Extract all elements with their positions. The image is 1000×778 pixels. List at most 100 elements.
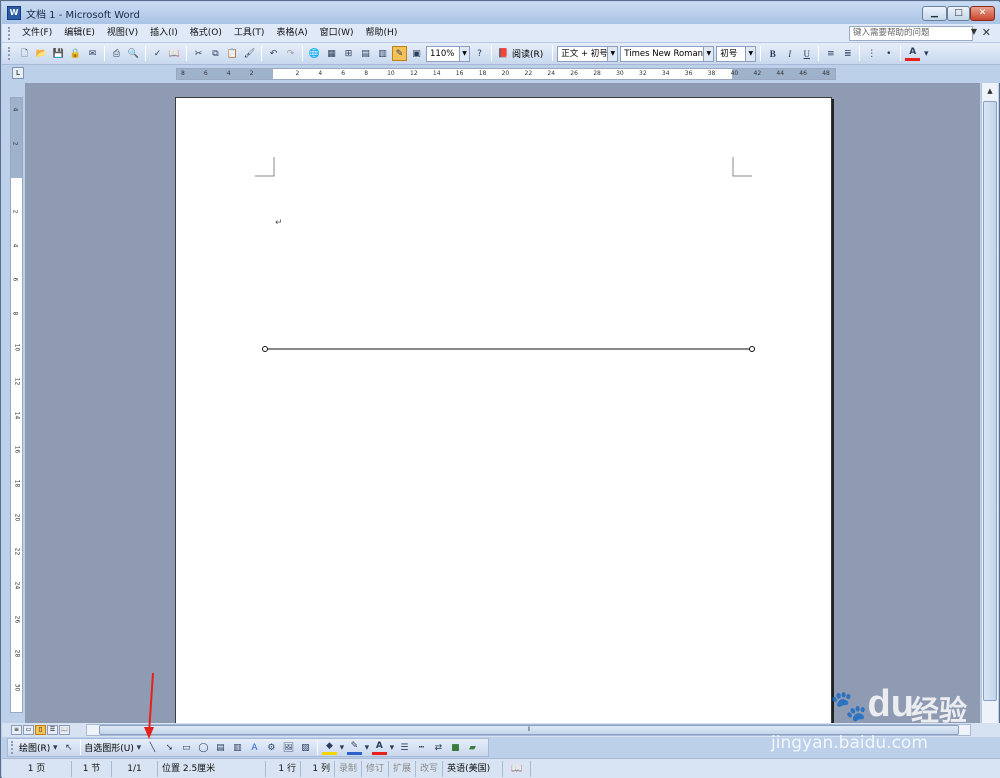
wordart-icon[interactable]: A	[247, 740, 262, 755]
status-overtype[interactable]: 改写	[416, 760, 444, 777]
chevron-down-icon[interactable]: ▾	[389, 740, 395, 755]
zoom-select[interactable]: 110% ▼	[426, 45, 470, 62]
menu-tools[interactable]: 工具(T)	[228, 24, 271, 43]
status-track[interactable]: 修订	[362, 760, 390, 777]
print-view-icon[interactable]: ▯	[35, 725, 46, 735]
line-handle-end[interactable]	[749, 346, 755, 352]
help-search-input[interactable]: 键入需要帮助的问题	[849, 26, 973, 41]
save-icon[interactable]: 💾	[51, 46, 66, 61]
status-extend[interactable]: 扩展	[389, 760, 417, 777]
permission-icon[interactable]: 🔒	[68, 46, 83, 61]
line-style-icon[interactable]: ☰	[397, 740, 412, 755]
picture-icon[interactable]: ▨	[298, 740, 313, 755]
line-color-icon[interactable]: ✎	[346, 740, 362, 755]
print-preview-icon[interactable]: 🔍	[126, 46, 141, 61]
research-icon[interactable]: 📖	[167, 46, 182, 61]
help-icon[interactable]: ?	[472, 46, 487, 61]
font-color-button[interactable]: A	[905, 46, 921, 61]
maximize-button[interactable]: □	[947, 6, 970, 21]
line-handle-start[interactable]	[262, 346, 268, 352]
select-objects-icon[interactable]: ↖	[61, 740, 76, 755]
read-icon[interactable]: 📕	[496, 46, 511, 61]
insert-table-icon[interactable]: ⊞	[341, 46, 356, 61]
size-select[interactable]: 初号 ▼	[716, 45, 757, 62]
font-color-icon[interactable]: A	[371, 740, 387, 755]
menu-view[interactable]: 视图(V)	[101, 24, 144, 43]
menu-help[interactable]: 帮助(H)	[360, 24, 404, 43]
doc-close-icon[interactable]: ✕	[982, 26, 991, 39]
email-icon[interactable]: ✉	[85, 46, 100, 61]
chevron-down-icon[interactable]: ▾	[339, 740, 345, 755]
underline-button[interactable]: U	[799, 46, 814, 61]
menu-grip[interactable]	[8, 26, 12, 40]
format-painter-icon[interactable]: 🖌	[242, 46, 257, 61]
word-app-icon[interactable]: W	[7, 6, 21, 20]
document-map-icon[interactable]: ▣	[409, 46, 424, 61]
menu-table[interactable]: 表格(A)	[270, 24, 313, 43]
shadow-icon[interactable]: ■	[448, 740, 463, 755]
clipart-icon[interactable]: 🖼	[281, 740, 296, 755]
reading-view-icon[interactable]: 📖	[59, 725, 70, 735]
justify-icon[interactable]: ≣	[840, 46, 855, 61]
scroll-up-icon[interactable]: ▲	[983, 84, 997, 99]
web-view-icon[interactable]: ▭	[23, 725, 34, 735]
autoshapes-button[interactable]: 自选图形(U)	[84, 741, 134, 754]
read-button[interactable]: 阅读(R)	[512, 47, 543, 60]
vertical-scrollbar[interactable]: ▲	[981, 83, 998, 723]
spelling-icon[interactable]: ✓	[150, 46, 165, 61]
help-dropdown-icon[interactable]: ▼	[971, 27, 977, 36]
document-page[interactable]: ↵	[175, 97, 832, 723]
menu-edit[interactable]: 编辑(E)	[58, 24, 101, 43]
3d-icon[interactable]: ▰	[465, 740, 480, 755]
tables-borders-icon[interactable]: ▦	[324, 46, 339, 61]
spelling-status-icon[interactable]: 📖	[503, 760, 532, 777]
bullets-icon[interactable]: •	[881, 46, 896, 61]
italic-button[interactable]: I	[782, 46, 797, 61]
drawing-grip[interactable]	[11, 741, 15, 754]
paste-icon[interactable]: 📋	[225, 46, 240, 61]
arrow-style-icon[interactable]: ⇄	[431, 740, 446, 755]
minimize-button[interactable]: ▁	[922, 6, 947, 21]
normal-view-icon[interactable]: ≡	[11, 725, 22, 735]
oval-tool-icon[interactable]: ◯	[196, 740, 211, 755]
vertical-ruler[interactable]: 4 2 2 4 6 8 10 12 14 16 18 20 22 24 26 28 30	[10, 97, 23, 713]
diagram-icon[interactable]: ⚙	[264, 740, 279, 755]
fill-color-icon[interactable]: ◆	[321, 740, 337, 755]
chevron-down-icon[interactable]: ▾	[51, 740, 59, 755]
menu-file[interactable]: 文件(F)	[16, 24, 58, 43]
insert-excel-icon[interactable]: ▤	[358, 46, 373, 61]
vertical-scroll-thumb[interactable]	[983, 101, 997, 701]
dash-style-icon[interactable]: ┅	[414, 740, 429, 755]
chevron-down-icon[interactable]: ▾	[364, 740, 370, 755]
font-select[interactable]: Times New Roman ▼	[620, 45, 715, 62]
print-icon[interactable]: ⎙	[109, 46, 124, 61]
horizontal-ruler[interactable]: 8 6 4 2 2 4 6 8 10 12 14 16 18 20 22 24 26 28 30 32 34 36 38 40…	[176, 68, 836, 80]
menu-window[interactable]: 窗口(W)	[314, 24, 360, 43]
align-left-icon[interactable]: ≡	[823, 46, 838, 61]
drawing-toggle-icon[interactable]: ✎	[392, 46, 407, 61]
hyperlink-icon[interactable]: 🌐	[307, 46, 322, 61]
arrow-tool-icon[interactable]: ➘	[162, 740, 177, 755]
outline-view-icon[interactable]: ☰	[47, 725, 58, 735]
cut-icon[interactable]: ✂	[191, 46, 206, 61]
redo-icon[interactable]: ↷	[283, 46, 298, 61]
menu-insert[interactable]: 插入(I)	[144, 24, 184, 43]
textbox-icon[interactable]: ▤	[213, 740, 228, 755]
bold-button[interactable]: B	[765, 46, 780, 61]
chevron-down-icon[interactable]: ▾	[135, 740, 143, 755]
columns-icon[interactable]: ▥	[375, 46, 390, 61]
open-icon[interactable]: 📂	[34, 46, 49, 61]
copy-icon[interactable]: ⧉	[208, 46, 223, 61]
status-record[interactable]: 录制	[335, 760, 363, 777]
drawn-line-shape[interactable]	[260, 343, 760, 355]
rectangle-tool-icon[interactable]: ▭	[179, 740, 194, 755]
menu-format[interactable]: 格式(O)	[184, 24, 228, 43]
draw-menu-button[interactable]: 绘图(R)	[19, 741, 50, 754]
status-language[interactable]: 英语(美国)	[443, 760, 504, 777]
chevron-down-icon[interactable]: ▾	[922, 46, 930, 61]
undo-icon[interactable]: ↶	[266, 46, 281, 61]
close-button[interactable]: ✕	[970, 6, 995, 21]
tab-selector-icon[interactable]: L	[12, 67, 24, 79]
new-icon[interactable]: 🗋	[17, 46, 32, 61]
toolbar-grip[interactable]	[8, 47, 12, 60]
